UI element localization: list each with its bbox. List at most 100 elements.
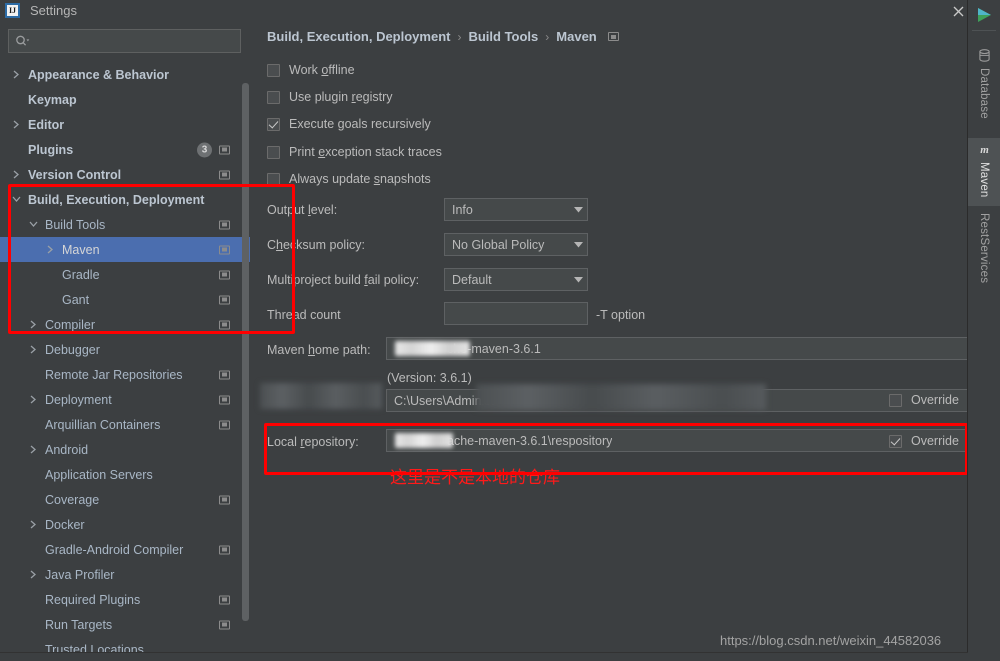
project-scope-icon — [219, 270, 230, 279]
maven-home-path-dropdown[interactable]: che-maven-3.6.1 — [386, 337, 1000, 360]
sidebar-item-deployment[interactable]: Deployment — [0, 387, 250, 412]
sidebar-item-appearance-behavior[interactable]: Appearance & Behavior — [0, 62, 250, 87]
checkbox-print-exception-stack-traces[interactable]: Print exception stack traces — [267, 145, 442, 159]
title-bar: IJ Settings — [0, 0, 968, 21]
sidebar-item-version-control[interactable]: Version Control — [0, 162, 250, 187]
chevron-down-icon — [569, 241, 587, 248]
maven-settings-panel: Build, Execution, Deployment › Build Too… — [250, 21, 1000, 661]
chevron-down-icon — [569, 276, 587, 283]
sidebar-item-label: Gradle — [62, 267, 100, 282]
sidebar-item-remote-jar-repositories[interactable]: Remote Jar Repositories — [0, 362, 250, 387]
sidebar-item-label: Deployment — [45, 392, 112, 407]
chevron-right-icon[interactable] — [10, 168, 23, 181]
sidebar-item-maven[interactable]: Maven — [0, 237, 250, 262]
chevron-down-icon[interactable] — [27, 218, 40, 231]
user-settings-override-label: Override — [911, 393, 959, 407]
checkbox-box — [267, 172, 280, 186]
sidebar-item-application-servers[interactable]: Application Servers — [0, 462, 250, 487]
run-icon[interactable] — [975, 6, 993, 24]
breadcrumb-item-build-tools[interactable]: Build Tools — [468, 29, 538, 44]
settings-tree[interactable]: Appearance & Behavior Keymap Editor Plugins… — [0, 62, 250, 661]
sidebar-item-java-profiler[interactable]: Java Profiler — [0, 562, 250, 587]
sidebar-item-run-targets[interactable]: Run Targets — [0, 612, 250, 637]
chevron-right-icon[interactable] — [27, 393, 40, 406]
checkbox-box — [267, 63, 280, 77]
chevron-down-icon[interactable] — [10, 193, 23, 206]
user-settings-label-redaction — [260, 383, 382, 409]
sidebar-item-docker[interactable]: Docker — [0, 512, 250, 537]
checkbox-work-offline[interactable]: Work offline — [267, 63, 355, 77]
thread-count-row: Thread count — [267, 308, 341, 322]
chevron-right-icon[interactable] — [10, 68, 23, 81]
output-level-dropdown[interactable]: Info — [444, 198, 588, 221]
maven-home-path-label: Maven home path: — [267, 343, 371, 357]
sidebar-item-build-execution-deployment[interactable]: Build, Execution, Deployment — [0, 187, 250, 212]
project-scope-icon — [607, 32, 619, 41]
sidebar-item-compiler[interactable]: Compiler — [0, 312, 250, 337]
sidebar-item-label: Keymap — [28, 92, 77, 107]
sidebar-item-arquillian-containers[interactable]: Arquillian Containers — [0, 412, 250, 437]
sidebar-item-build-tools[interactable]: Build Tools — [0, 212, 250, 237]
chevron-right-icon[interactable] — [27, 518, 40, 531]
checkbox-use-plugin-registry[interactable]: Use plugin registry — [267, 90, 393, 104]
sidebar-item-required-plugins[interactable]: Required Plugins — [0, 587, 250, 612]
sidebar-item-label: Arquillian Containers — [45, 417, 161, 432]
user-settings-override-checkbox[interactable]: Override — [889, 393, 959, 407]
right-tool-strip: Database m Maven RestServices — [967, 0, 1000, 661]
checkbox-always-update-snapshots[interactable]: Always update snapshots — [267, 172, 431, 186]
project-scope-icon — [219, 545, 230, 554]
breadcrumb-item-maven[interactable]: Maven — [556, 29, 596, 44]
logo-text: IJ — [8, 5, 17, 15]
checkbox-label: Work offline — [289, 63, 355, 77]
search-input[interactable] — [30, 34, 240, 48]
breadcrumb: Build, Execution, Deployment › Build Too… — [267, 29, 619, 44]
thread-count-input[interactable] — [444, 302, 588, 325]
sidebar-item-editor[interactable]: Editor — [0, 112, 250, 137]
multiproject-fail-policy-dropdown[interactable]: Default — [444, 268, 588, 291]
chevron-right-icon[interactable] — [27, 443, 40, 456]
checkbox-label: Print exception stack traces — [289, 145, 442, 159]
local-repository-override-checkbox[interactable]: Override — [889, 434, 959, 448]
sidebar-item-label: Editor — [28, 117, 65, 132]
sidebar-item-coverage[interactable]: Coverage — [0, 487, 250, 512]
project-scope-icon — [219, 370, 230, 379]
sidebar-item-keymap[interactable]: Keymap — [0, 87, 250, 112]
checkbox-box — [889, 393, 902, 407]
sidebar-item-label: Run Targets — [45, 617, 113, 632]
chevron-right-icon[interactable] — [10, 118, 23, 131]
local-repository-override-label: Override — [911, 434, 959, 448]
sidebar-item-gant[interactable]: Gant — [0, 287, 250, 312]
sidebar-item-gradle[interactable]: Gradle — [0, 262, 250, 287]
checkbox-execute-goals-recursively[interactable]: Execute goals recursively — [267, 117, 431, 131]
tool-window-button-database[interactable]: Database — [968, 44, 1000, 132]
sidebar-item-label: Java Profiler — [45, 567, 115, 582]
tool-window-button-restservices[interactable]: RestServices — [968, 210, 1000, 310]
annotation-note: 这里是不是本地的仓库 — [390, 468, 560, 488]
sidebar-item-android[interactable]: Android — [0, 437, 250, 462]
maven-version-note: (Version: 3.6.1) — [387, 371, 472, 385]
watermark: https://blog.csdn.net/weixin_44582036 — [720, 633, 942, 648]
tool-window-button-maven[interactable]: m Maven — [968, 138, 1000, 206]
sidebar-item-plugins[interactable]: Plugins 3 — [0, 137, 250, 162]
search-field[interactable] — [8, 29, 241, 53]
project-scope-icon — [219, 395, 230, 404]
checksum-policy-dropdown[interactable]: No Global Policy — [444, 233, 588, 256]
settings-dialog: IJ Settings Appearance & Behavior Keymap E… — [0, 0, 1000, 661]
sidebar-item-gradle-android-compiler[interactable]: Gradle-Android Compiler — [0, 537, 250, 562]
chevron-right-icon[interactable] — [44, 243, 57, 256]
breadcrumb-item-build-execution-deployment[interactable]: Build, Execution, Deployment — [267, 29, 450, 44]
chevron-right-icon[interactable] — [27, 343, 40, 356]
sidebar-item-debugger[interactable]: Debugger — [0, 337, 250, 362]
chevron-right-icon[interactable] — [27, 568, 40, 581]
chevron-right-icon[interactable] — [27, 318, 40, 331]
checkbox-label: Use plugin registry — [289, 90, 393, 104]
sidebar-scrollbar-track[interactable] — [242, 62, 249, 661]
chevron-down-icon — [569, 206, 587, 213]
checkbox-box — [267, 90, 280, 104]
sidebar-scrollbar-thumb[interactable] — [242, 83, 249, 621]
local-repository-row: Local repository: — [267, 435, 359, 449]
project-scope-icon — [219, 220, 230, 229]
